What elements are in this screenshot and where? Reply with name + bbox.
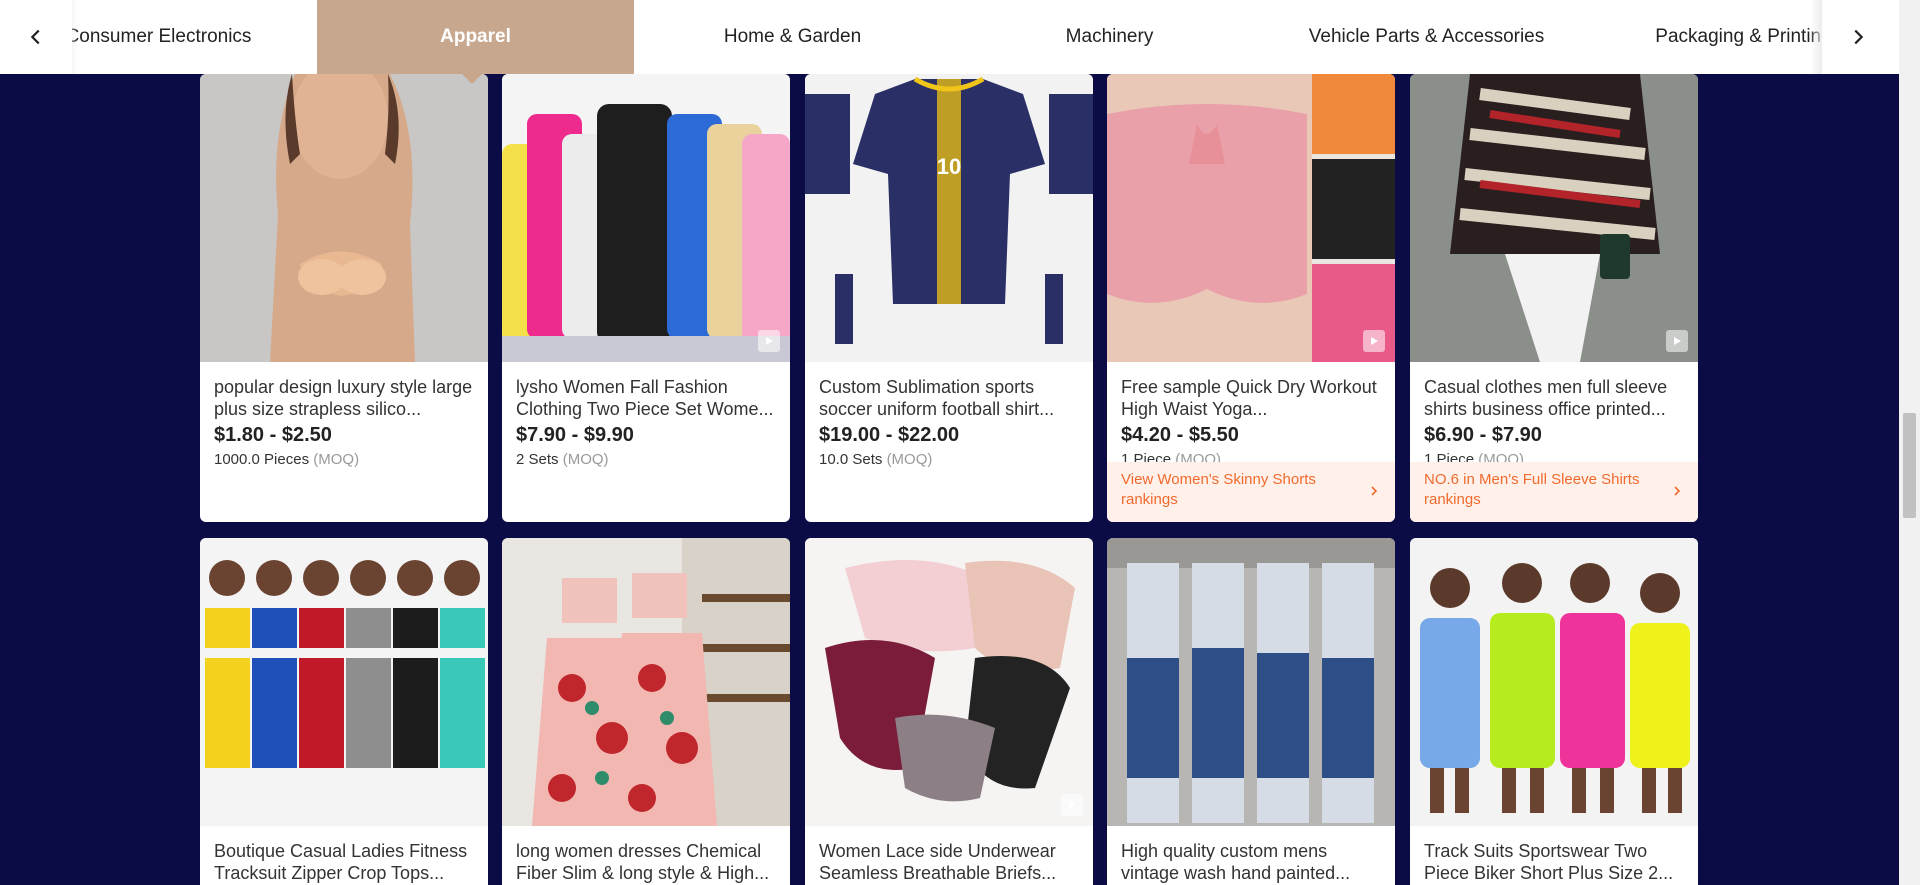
product-card[interactable]: Free sample Quick Dry Workout High Waist…	[1107, 74, 1395, 522]
product-card[interactable]: long women dresses Chemical Fiber Slim &…	[502, 538, 790, 885]
product-photo-tracksuits	[502, 74, 790, 362]
product-card[interactable]: Track Suits Sportswear Two Piece Biker S…	[1410, 538, 1698, 885]
video-play-icon	[1363, 330, 1385, 352]
product-photo-lace-underwear	[805, 538, 1093, 826]
product-photo-yoga-shorts	[1107, 74, 1395, 362]
product-title[interactable]: Boutique Casual Ladies Fitness Tracksuit…	[200, 826, 488, 884]
page-scrollbar[interactable]	[1899, 0, 1920, 885]
svg-text:10: 10	[937, 154, 961, 179]
tab-scroll-left-button[interactable]	[0, 0, 72, 74]
product-image[interactable]	[1410, 74, 1698, 362]
product-moq: 1000.0 Pieces (MOQ)	[214, 451, 360, 468]
product-image[interactable]	[1410, 538, 1698, 826]
product-title[interactable]: Women Lace side Underwear Seamless Breat…	[805, 826, 1093, 884]
product-card[interactable]: Casual clothes men full sleeve shirts bu…	[1410, 74, 1698, 522]
chevron-left-icon	[30, 29, 40, 45]
product-price: $6.90 - $7.90	[1424, 424, 1542, 446]
product-photo-bra	[200, 74, 488, 362]
ranking-link[interactable]: NO.6 in Men's Full Sleeve Shirts ranking…	[1410, 462, 1698, 522]
product-price: $19.00 - $22.00	[819, 424, 960, 446]
video-play-icon	[758, 330, 780, 352]
product-image[interactable]	[805, 538, 1093, 826]
product-photo-mens-shirt	[1410, 74, 1698, 362]
product-title[interactable]: popular design luxury style large plus s…	[200, 362, 488, 420]
product-title[interactable]: Casual clothes men full sleeve shirts bu…	[1410, 362, 1698, 420]
product-card[interactable]: 10 Custom Sublimation sports soccer unif…	[805, 74, 1093, 522]
product-moq: 2 Sets (MOQ)	[516, 451, 609, 468]
video-play-icon	[1061, 794, 1083, 816]
product-card[interactable]: High quality custom mens vintage wash ha…	[1107, 538, 1395, 885]
active-tab-pointer	[462, 74, 482, 84]
product-price: $4.20 - $5.50	[1121, 424, 1239, 446]
product-card[interactable]: Boutique Casual Ladies Fitness Tracksuit…	[200, 538, 488, 885]
product-photo-biker-short-sets	[1410, 538, 1698, 826]
tab-apparel[interactable]: Apparel	[317, 0, 634, 74]
product-price: $7.90 - $9.90	[516, 424, 634, 446]
product-title[interactable]: long women dresses Chemical Fiber Slim &…	[502, 826, 790, 884]
tab-machinery[interactable]: Machinery	[951, 0, 1268, 74]
product-card[interactable]: Women Lace side Underwear Seamless Breat…	[805, 538, 1093, 885]
product-price: $1.80 - $2.50	[214, 424, 332, 446]
video-play-icon	[1666, 330, 1688, 352]
chevron-right-icon	[1674, 486, 1681, 496]
category-tab-bar: Consumer Electronics Apparel Home & Gard…	[0, 0, 1899, 74]
ranking-link[interactable]: View Women's Skinny Shorts rankings	[1107, 462, 1395, 522]
chevron-right-icon	[1854, 29, 1864, 45]
product-image[interactable]	[200, 74, 488, 362]
product-image[interactable]	[200, 538, 488, 826]
product-card[interactable]: popular design luxury style large plus s…	[200, 74, 488, 522]
tab-home-garden[interactable]: Home & Garden	[634, 0, 951, 74]
product-image[interactable]	[502, 538, 790, 826]
product-title[interactable]: Free sample Quick Dry Workout High Waist…	[1107, 362, 1395, 420]
tab-vehicle-parts-accessories[interactable]: Vehicle Parts & Accessories	[1268, 0, 1585, 74]
product-photo-soccer-uniform: 10	[805, 74, 1093, 362]
product-photo-mens-jeans	[1107, 538, 1395, 826]
product-image[interactable]	[502, 74, 790, 362]
tab-scroll-right-button[interactable]	[1822, 0, 1894, 74]
product-title[interactable]: Track Suits Sportswear Two Piece Biker S…	[1410, 826, 1698, 884]
product-title[interactable]: lysho Women Fall Fashion Clothing Two Pi…	[502, 362, 790, 420]
product-grid: popular design luxury style large plus s…	[200, 74, 1700, 885]
product-photo-fitness-tracksuits	[200, 538, 488, 826]
product-image[interactable]	[1107, 74, 1395, 362]
product-card[interactable]: lysho Women Fall Fashion Clothing Two Pi…	[502, 74, 790, 522]
scrollbar-thumb[interactable]	[1903, 413, 1916, 518]
product-title[interactable]: Custom Sublimation sports soccer uniform…	[805, 362, 1093, 420]
product-image[interactable]: 10	[805, 74, 1093, 362]
product-moq: 10.0 Sets (MOQ)	[819, 451, 933, 468]
product-image[interactable]	[1107, 538, 1395, 826]
product-title[interactable]: High quality custom mens vintage wash ha…	[1107, 826, 1395, 884]
chevron-right-icon	[1371, 486, 1378, 496]
product-photo-floral-dresses	[502, 538, 790, 826]
